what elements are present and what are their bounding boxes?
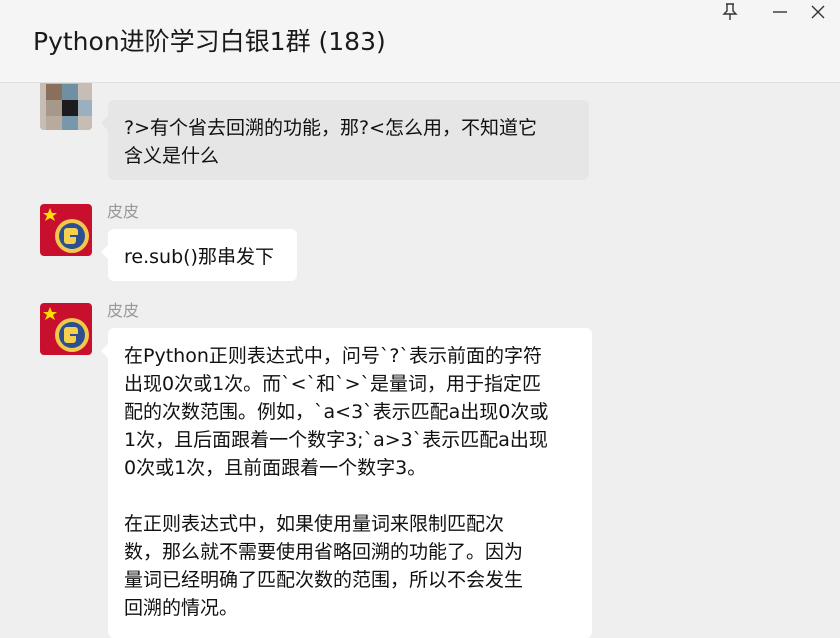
message-bubble[interactable]: ?>有个省去回溯的功能，那?<怎么用，不知道它 含义是什么 xyxy=(101,100,589,180)
message-bubble[interactable]: re.sub()那串发下 xyxy=(101,229,297,281)
message-line: 在正则表达式中，如果使用量词来限制匹配次 xyxy=(124,513,505,535)
sender-name: 皮皮 xyxy=(107,301,140,320)
message-line: 1次，且后面跟着一个数字3;`a>3`表示匹配a出现 xyxy=(124,429,548,451)
message-line: 量词已经明确了匹配次数的范围，所以不会发生 xyxy=(124,569,524,591)
sender-name: 皮皮 xyxy=(107,202,140,221)
message-bubble[interactable]: 在Python正则表达式中，问号`?`表示前面的字符 出现0次或1次。而`<`和… xyxy=(101,328,592,638)
message-line: 含义是什么 xyxy=(124,145,220,167)
message-line: ?>有个省去回溯的功能，那?<怎么用，不知道它 xyxy=(124,117,538,139)
avatar[interactable] xyxy=(40,83,92,130)
message-line: 回溯的情况。 xyxy=(124,597,239,619)
message-line: 出现0次或1次。而`<`和`>`是量词，用于指定匹 xyxy=(124,373,542,395)
message-line: 数，那么就不需要使用省略回溯的功能了。因为 xyxy=(124,541,524,563)
message-line: re.sub()那串发下 xyxy=(124,246,274,268)
avatar[interactable] xyxy=(40,303,92,355)
avatar[interactable] xyxy=(40,204,92,256)
close-icon[interactable] xyxy=(798,0,838,24)
message-paragraph: 在正则表达式中，如果使用量词来限制匹配次 数，那么就不需要使用省略回溯的功能了。… xyxy=(124,510,576,622)
message-paragraph: 在Python正则表达式中，问号`?`表示前面的字符 出现0次或1次。而`<`和… xyxy=(124,342,576,482)
chat-header: Python进阶学习白银1群 (183) xyxy=(0,0,840,83)
message-line: 配的次数范围。例如，`a<3`表示匹配a出现0次或 xyxy=(124,401,549,423)
group-title: Python进阶学习白银1群 (183) xyxy=(33,27,386,56)
pin-icon[interactable] xyxy=(710,0,750,24)
message-list[interactable]: ?>有个省去回溯的功能，那?<怎么用，不知道它 含义是什么 皮皮 re.sub(… xyxy=(0,83,840,638)
message-line: 在Python正则表达式中，问号`?`表示前面的字符 xyxy=(124,345,542,367)
minimize-icon[interactable] xyxy=(760,0,800,24)
message-line: 0次或1次，且前面跟着一个数字3。 xyxy=(124,457,427,479)
